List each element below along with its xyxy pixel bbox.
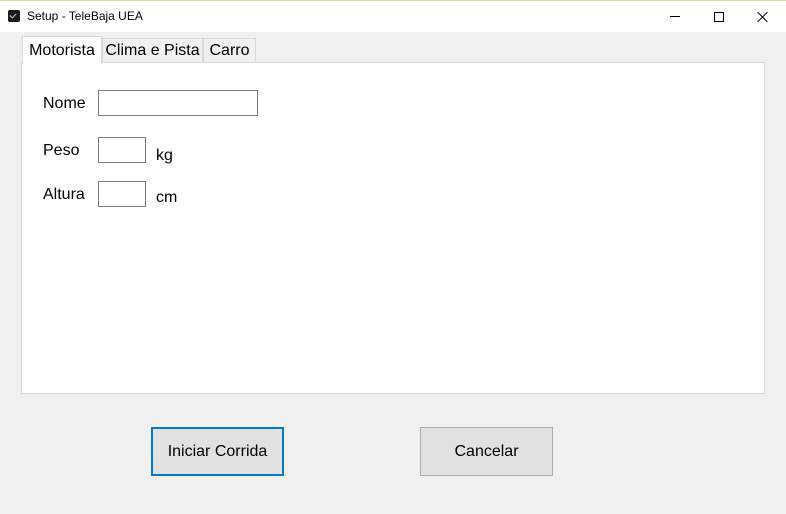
tab-panel-motorista: Nome Peso kg Altura cm bbox=[21, 62, 765, 394]
close-button[interactable] bbox=[740, 1, 786, 32]
close-icon bbox=[757, 11, 769, 23]
altura-label: Altura bbox=[43, 186, 85, 203]
cancel-button[interactable]: Cancelar bbox=[420, 427, 553, 476]
maximize-icon bbox=[714, 11, 724, 22]
peso-unit-label: kg bbox=[156, 147, 173, 164]
altura-unit-label: cm bbox=[156, 189, 178, 206]
nome-label: Nome bbox=[43, 95, 86, 112]
minimize-button[interactable] bbox=[652, 1, 698, 32]
altura-field[interactable] bbox=[98, 181, 146, 207]
setup-window: Setup - TeleBaja UEA Motorista Clima e P… bbox=[0, 0, 786, 514]
nome-field[interactable] bbox=[98, 90, 258, 116]
peso-field[interactable] bbox=[98, 137, 146, 163]
tab-carro[interactable]: Carro bbox=[203, 38, 256, 62]
tab-motorista[interactable]: Motorista bbox=[22, 36, 102, 64]
minimize-icon bbox=[670, 16, 680, 17]
title-bar[interactable]: Setup - TeleBaja UEA bbox=[0, 1, 786, 32]
tab-clima-e-pista[interactable]: Clima e Pista bbox=[102, 38, 203, 62]
app-icon bbox=[8, 10, 20, 22]
peso-label: Peso bbox=[43, 142, 80, 159]
window-title: Setup - TeleBaja UEA bbox=[27, 9, 143, 23]
iniciar-corrida-button[interactable]: Iniciar Corrida bbox=[151, 427, 284, 476]
maximize-button[interactable] bbox=[696, 1, 742, 32]
